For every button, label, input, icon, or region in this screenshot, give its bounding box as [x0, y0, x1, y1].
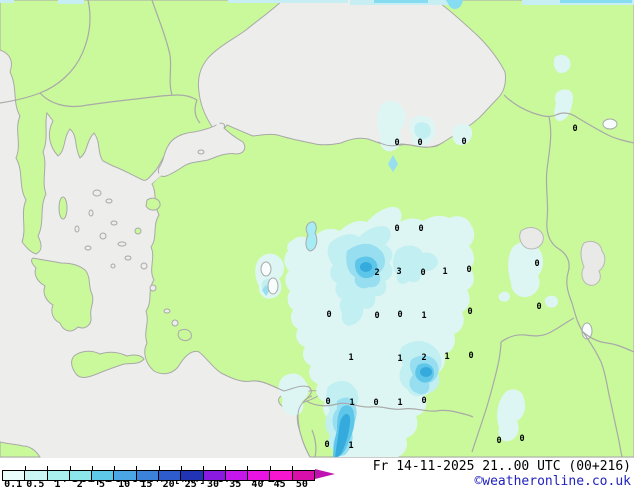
- colorbar-tick: [47, 466, 49, 470]
- precip-value-label: 0: [536, 302, 541, 312]
- colorbar-value-label: 2: [76, 479, 83, 490]
- colorbar-value-label: 5: [98, 479, 105, 490]
- legend-area: Precipitation[mm]GFS 0.25 0.10.512510152…: [0, 458, 634, 490]
- precipitation-map: 0 0 0 0 0 0 0 2 3 0 1 0 0 0 0 0 1 0 1 1 2 1 0 0 1 0 1 0 0 1 0 0: [0, 0, 634, 458]
- colorbar-tick: [114, 466, 116, 470]
- precip-value-label: 0: [466, 265, 471, 275]
- precip-value-label: 0: [325, 397, 330, 407]
- precip-top-strip: [228, 0, 348, 3]
- island: [140, 262, 148, 270]
- colorbar-value-label: 15: [140, 479, 153, 490]
- precip-value-label: 0: [496, 436, 501, 446]
- precip-top-strip: [560, 0, 632, 3]
- weather-map-screenshot: 00000002301000001011210010100100 Precipi…: [0, 0, 634, 490]
- island: [163, 308, 171, 314]
- island: [149, 284, 157, 292]
- colorbar-value-label: 40: [251, 479, 264, 490]
- precip-value-label: 1: [421, 311, 426, 321]
- island: [105, 198, 113, 204]
- island: [84, 245, 92, 251]
- precip-area-lake-van: [508, 241, 544, 298]
- precip-value-label: 1: [397, 398, 402, 408]
- precip-value-label: 1: [349, 398, 354, 408]
- colorbar-tick: [225, 466, 227, 470]
- precip-value-label: 0: [418, 224, 423, 234]
- colorbar-tick: [202, 466, 204, 470]
- precip-value-label: 0: [572, 124, 577, 134]
- precip-top-strip: [0, 0, 14, 3]
- island: [74, 225, 80, 233]
- precip-value-label: 0: [397, 310, 402, 320]
- precip-intense-core-lower: [420, 367, 432, 377]
- marmara-island: [197, 149, 205, 155]
- precip-value-label: 0: [324, 440, 329, 450]
- colorbar-tick: [269, 466, 271, 470]
- colorbar-tick: [25, 466, 27, 470]
- precip-value-label: 1: [348, 353, 353, 363]
- colorbar-value-label: 45: [273, 479, 286, 490]
- island: [110, 263, 116, 269]
- colorbar-overflow-arrow: [315, 469, 335, 479]
- colorbar-tick: [291, 466, 293, 470]
- island-rhodes: [177, 328, 192, 342]
- lake-egirdir: [267, 277, 279, 295]
- colorbar-tick: [180, 466, 182, 470]
- precip-value-label: 2: [421, 353, 426, 363]
- island: [171, 319, 179, 327]
- colorbar-value-label: 35: [229, 479, 242, 490]
- precip-value-label: 0: [326, 310, 331, 320]
- precip-intense-core-upper: [360, 262, 372, 272]
- island: [88, 209, 94, 217]
- precip-value-label: 0: [534, 259, 539, 269]
- island-lesbos: [145, 197, 161, 211]
- precip-value-label: 0: [468, 351, 473, 361]
- lake-small-east: [581, 322, 593, 340]
- precip-top-strip: [374, 0, 428, 3]
- island: [124, 255, 132, 261]
- colorbar-value-label: 10: [118, 479, 131, 490]
- colorbar-value-label: 0.5: [26, 479, 45, 490]
- colorbar-tick: [158, 466, 160, 470]
- precip-value-label: 0: [519, 434, 524, 444]
- lake-sevan: [602, 118, 618, 130]
- precip-value-label: 1: [444, 352, 449, 362]
- island: [117, 241, 127, 247]
- precip-value-label: 1: [348, 441, 353, 451]
- precip-value-label: 0: [420, 268, 425, 278]
- forecast-timestamp: Fr 14-11-2025 21..00 UTC (00+216): [372, 459, 631, 474]
- island: [92, 189, 102, 197]
- precip-top-strip: [58, 0, 84, 4]
- colorbar-value-label: 30: [207, 479, 220, 490]
- colorbar-tick: [91, 466, 93, 470]
- precip-value-label: 0: [417, 138, 422, 148]
- island: [99, 232, 107, 240]
- lake-tuz: [305, 221, 318, 252]
- colorbar-labels: 0.1 0.5 1 2 5 10 15 20 25 30 35 40 45 50: [2, 479, 335, 490]
- precip-value-label: 0: [394, 224, 399, 234]
- island-euboea: [58, 196, 68, 220]
- colorbar-tick: [69, 466, 71, 470]
- precip-value-label: 1: [442, 267, 447, 277]
- precip-value-label: 0: [374, 311, 379, 321]
- island-chios: [134, 227, 142, 235]
- colorbar-value-label: 20: [162, 479, 175, 490]
- precip-value-label: 1: [397, 354, 402, 364]
- precip-value-label: 0: [421, 396, 426, 406]
- precip-value-label: 3: [396, 267, 401, 277]
- colorbar-value-label: 50: [295, 479, 308, 490]
- highland-patch-1: [519, 227, 544, 250]
- copyright-text: ©weatheronline.co.uk: [474, 474, 631, 489]
- colorbar-value-label: 1: [54, 479, 61, 490]
- precip-value-label: 0: [394, 138, 399, 148]
- precip-value-label: 0: [467, 307, 472, 317]
- lake-beysehir: [260, 261, 272, 277]
- colorbar-value-label: 25: [184, 479, 197, 490]
- precip-value-label: 2: [374, 268, 379, 278]
- precip-value-label: 0: [373, 398, 378, 408]
- island: [110, 220, 118, 226]
- colorbar-tick: [136, 466, 138, 470]
- colorbar-value-label: 0.1: [4, 479, 23, 490]
- precip-value-label: 0: [461, 137, 466, 147]
- colorbar-tick: [247, 466, 249, 470]
